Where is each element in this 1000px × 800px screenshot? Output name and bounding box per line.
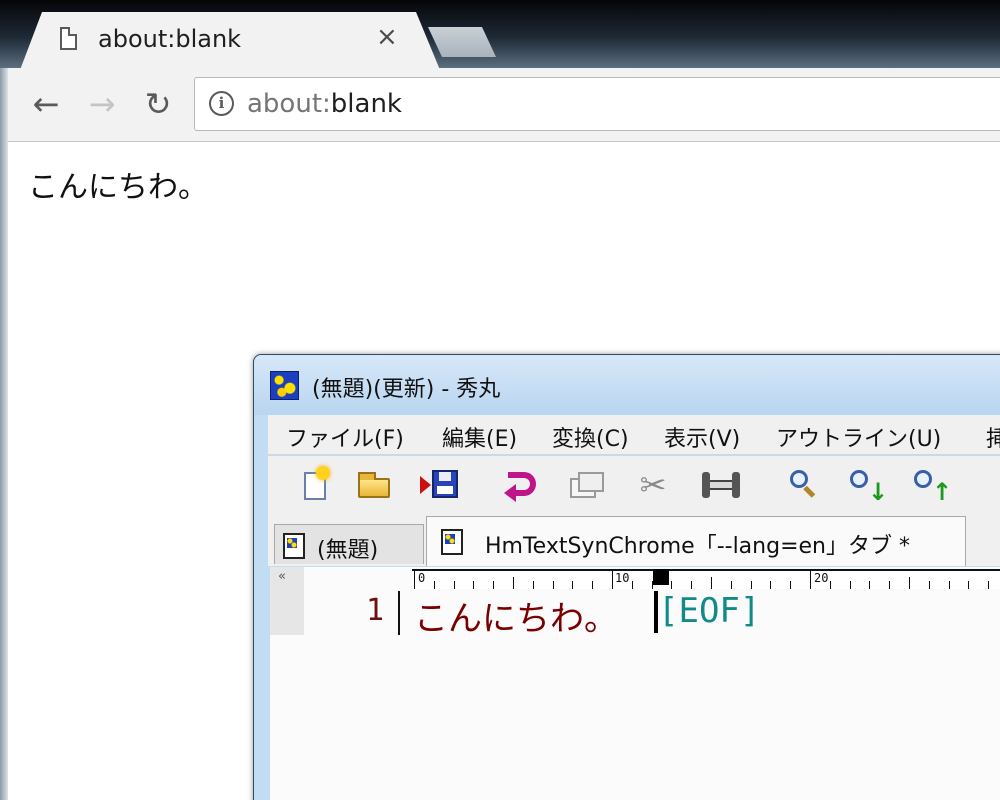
ruler-tick xyxy=(889,581,891,589)
cut-icon[interactable]: ✂ xyxy=(634,466,672,504)
menu-edit[interactable]: 編集(E) xyxy=(442,421,517,453)
ruler-tick xyxy=(948,581,950,589)
ruler-tick xyxy=(968,581,970,589)
ruler-label: 20 xyxy=(814,571,829,585)
back-arrow-icon[interactable]: ← xyxy=(26,84,66,124)
ruler-tick xyxy=(829,581,831,589)
search-next-icon[interactable]: ↓ xyxy=(846,466,888,506)
ruler-tick xyxy=(790,581,792,589)
page-icon xyxy=(60,27,77,50)
copy-icon[interactable] xyxy=(568,466,606,504)
window-border xyxy=(0,68,8,800)
menu-file[interactable]: ファイル(F) xyxy=(286,421,404,453)
save-icon[interactable] xyxy=(420,466,458,504)
ruler-tick xyxy=(988,581,990,589)
ruler-tick xyxy=(770,581,772,589)
ruler-tick xyxy=(909,577,910,589)
browser-tab-title[interactable]: about:blank xyxy=(98,25,241,53)
ruler-tick xyxy=(513,577,514,589)
forward-arrow-icon[interactable]: → xyxy=(82,84,122,124)
menu-outline[interactable]: アウトライン(U) xyxy=(776,421,941,453)
ruler-tick xyxy=(433,581,435,589)
tab-untitled-label: (無題) xyxy=(317,538,379,563)
search-previous-icon[interactable]: ↑ xyxy=(910,466,952,506)
editor-menubar: ファイル(F) 編集(E) 変換(C) 表示(V) アウトライン(U) 挿 xyxy=(268,415,1000,455)
ruler-tick xyxy=(631,581,633,589)
ruler-tick xyxy=(810,571,811,589)
document-icon xyxy=(441,529,463,555)
column-ruler: 0 10 20 xyxy=(412,569,1000,589)
page-text: こんにちわ。 xyxy=(28,170,208,205)
hidemaru-app-icon[interactable] xyxy=(270,371,299,400)
ruler-tick xyxy=(612,571,613,589)
ruler-tick xyxy=(453,581,455,589)
ruler-tick xyxy=(552,581,554,589)
editor-window: (無題)(更新) - 秀丸 ファイル(F) 編集(E) 変換(C) 表示(V) … xyxy=(253,354,1000,800)
ruler-tick xyxy=(750,581,752,589)
eof-marker: [EOF] xyxy=(658,591,761,631)
tab-untitled[interactable]: (無題) xyxy=(274,524,424,564)
ruler-tick xyxy=(691,581,693,589)
ruler-tick xyxy=(414,571,415,589)
ruler-collapse-icon[interactable]: « xyxy=(278,569,286,584)
ruler-tick xyxy=(532,581,534,589)
ruler-tick xyxy=(671,581,673,589)
menu-convert[interactable]: 変換(C) xyxy=(552,421,629,453)
ruler-tick xyxy=(493,581,495,589)
line-number: 1 xyxy=(366,593,385,628)
reload-icon[interactable]: ↻ xyxy=(138,84,178,124)
editor-line-text[interactable]: こんにちわ。 xyxy=(414,591,618,640)
editor-toolbar: ✂ ↓ ↑ xyxy=(268,456,1000,516)
editor-tabbar: (無題) HmTextSynChrome「--lang=en」タブ * xyxy=(268,516,1000,566)
open-folder-icon[interactable] xyxy=(356,466,394,504)
ruler-tick xyxy=(928,581,930,589)
paste-icon[interactable] xyxy=(702,466,740,504)
search-icon[interactable] xyxy=(786,466,824,504)
ruler-tick xyxy=(473,581,475,589)
url-host: blank xyxy=(330,89,402,119)
ruler-label: 10 xyxy=(615,571,630,585)
ruler-tick xyxy=(572,581,574,589)
ruler-label: 0 xyxy=(418,571,426,585)
editor-title: (無題)(更新) - 秀丸 xyxy=(312,377,501,402)
ruler-tick xyxy=(730,581,732,589)
address-bar[interactable]: i about:blank xyxy=(194,77,1000,131)
url-text[interactable]: about:blank xyxy=(247,89,402,119)
ruler-tick xyxy=(651,581,653,589)
ruler-cursor-marker xyxy=(653,569,669,585)
ruler-corner: « xyxy=(270,567,304,635)
editor-titlebar[interactable]: (無題)(更新) - 秀丸 xyxy=(254,355,1000,415)
close-tab-icon[interactable]: × xyxy=(376,22,398,52)
line-number-separator xyxy=(398,591,400,635)
editor-text-area[interactable]: « 0 10 20 1 こんにちわ。 [EOF] xyxy=(270,567,1000,800)
menu-insert[interactable]: 挿 xyxy=(986,421,1000,453)
undo-icon[interactable] xyxy=(504,466,542,504)
info-icon[interactable]: i xyxy=(209,91,234,116)
url-scheme: about: xyxy=(247,89,331,119)
new-file-icon[interactable] xyxy=(296,466,334,504)
tab-hmtextsynchrome-label: HmTextSynChrome「--lang=en」タブ * xyxy=(485,534,910,559)
ruler-tick xyxy=(711,577,712,589)
ruler-tick xyxy=(849,581,851,589)
menu-view[interactable]: 表示(V) xyxy=(664,421,740,453)
ruler-tick xyxy=(869,581,871,589)
tab-hmtextsynchrome[interactable]: HmTextSynChrome「--lang=en」タブ * xyxy=(426,516,966,566)
document-icon xyxy=(283,533,305,559)
ruler-tick xyxy=(592,581,594,589)
